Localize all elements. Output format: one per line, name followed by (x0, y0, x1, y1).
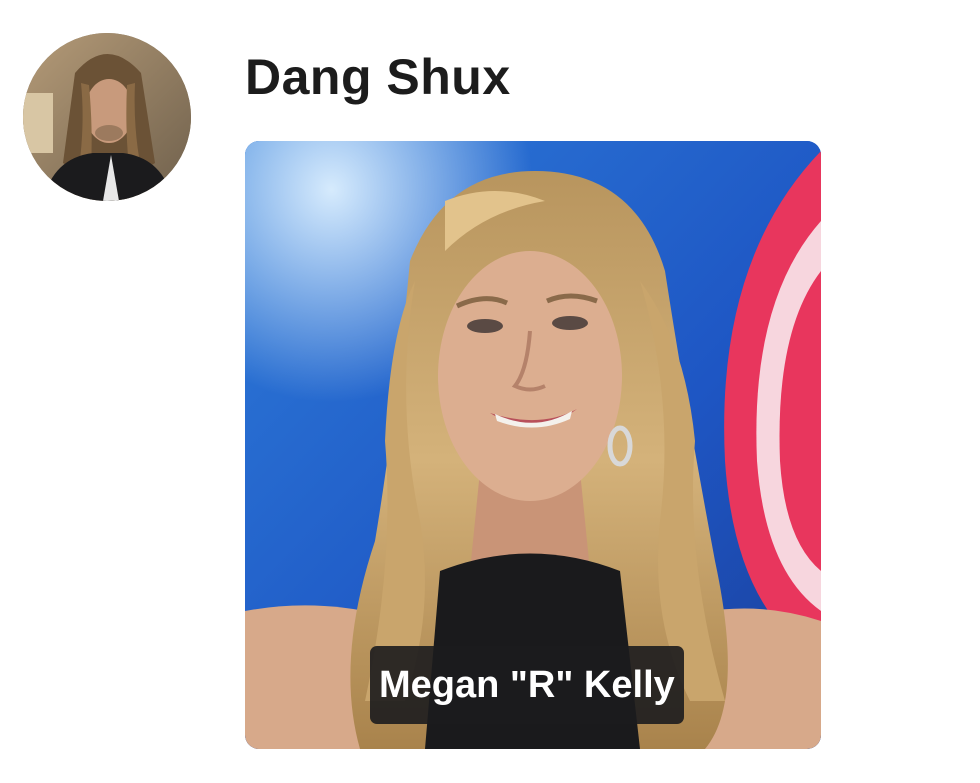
post: Dang Shux Megan "R" Kelly (0, 0, 980, 783)
avatar-photo-icon (23, 33, 191, 201)
image-caption: Megan "R" Kelly (370, 646, 684, 724)
author-name[interactable]: Dang Shux (245, 46, 511, 108)
author-avatar[interactable] (23, 33, 191, 201)
